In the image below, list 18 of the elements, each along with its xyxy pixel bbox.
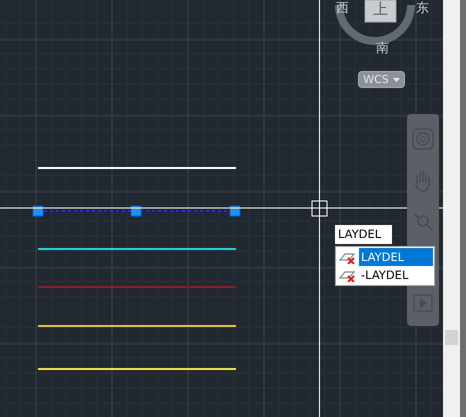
layer-delete-icon (339, 268, 356, 282)
layer-delete-icon (339, 250, 356, 264)
line-segment[interactable] (38, 325, 236, 327)
compass-label[interactable]: 东 (416, 2, 429, 15)
compass-label[interactable]: 西 (336, 2, 349, 15)
line-segment[interactable] (38, 167, 236, 169)
line-segment[interactable] (38, 248, 236, 250)
command-input[interactable]: LAYDEL (335, 225, 392, 244)
line-segment[interactable] (38, 286, 236, 288)
line-segment[interactable] (38, 368, 236, 370)
cube-face-label: 上 (373, 2, 388, 17)
scrollbar-thumb[interactable] (445, 330, 458, 345)
compass-label[interactable]: 南 (376, 42, 389, 55)
caret-icon (392, 78, 400, 82)
selected-line[interactable] (32, 206, 240, 216)
view-cube[interactable] (364, 0, 396, 22)
suggestion-item[interactable]: -LAYDEL (337, 266, 433, 284)
scrollbar[interactable] (443, 0, 460, 417)
